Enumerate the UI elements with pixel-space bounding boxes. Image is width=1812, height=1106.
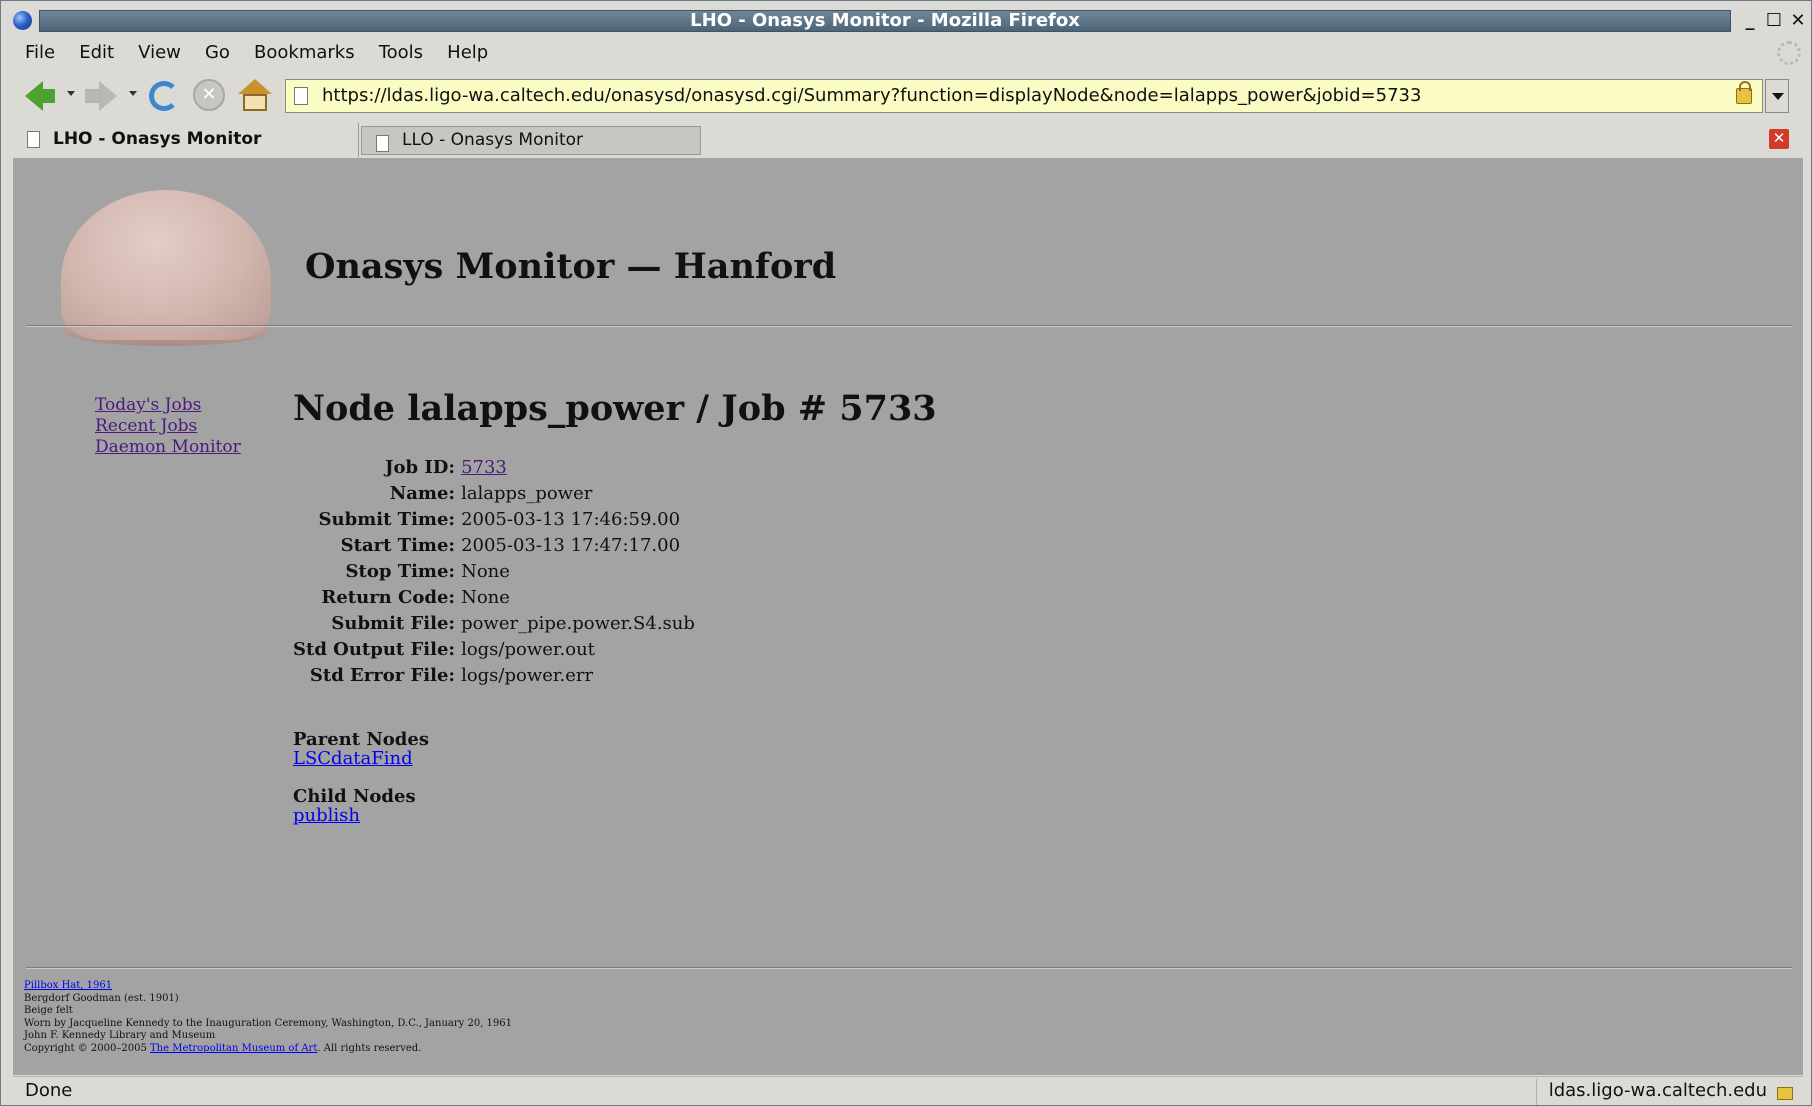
minimize-icon[interactable]: _ — [1739, 10, 1761, 32]
table-row: Start Time: 2005-03-13 17:47:17.00 — [293, 533, 699, 559]
status-bar: Done ldas.ligo-wa.caltech.edu — [13, 1076, 1803, 1105]
header-divider — [26, 325, 1792, 327]
table-row: Submit File: power_pipe.power.S4.sub — [293, 611, 699, 637]
menu-go[interactable]: Go — [205, 39, 230, 67]
menu-view[interactable]: View — [138, 39, 181, 67]
back-history-dropdown-icon[interactable] — [67, 91, 75, 96]
home-button[interactable] — [237, 79, 272, 113]
job-info-table: Job ID: 5733 Name: lalapps_power Submit … — [293, 455, 699, 689]
child-nodes-heading: Child Nodes — [293, 786, 416, 807]
lock-icon[interactable] — [1736, 81, 1752, 104]
table-row: Submit Time: 2005-03-13 17:46:59.00 — [293, 507, 699, 533]
status-host-label: ldas.ligo-wa.caltech.edu — [1548, 1080, 1767, 1101]
table-row: Std Output File: logs/power.out — [293, 637, 699, 663]
title-bar-strip: LHO - Onasys Monitor - Mozilla Firefox — [39, 10, 1731, 32]
credit-line: Worn by Jacqueline Kennedy to the Inaugu… — [24, 1017, 513, 1029]
credit-line: John F. Kennedy Library and Museum — [24, 1030, 216, 1041]
firefox-icon[interactable] — [13, 11, 32, 30]
field-label: Std Error File: — [309, 665, 456, 686]
table-row: Job ID: 5733 — [293, 455, 699, 481]
field-label: Submit File: — [331, 613, 456, 634]
page-content: Onasys Monitor — Hanford Today's Jobs Re… — [13, 158, 1803, 1075]
url-history-dropdown[interactable] — [1765, 79, 1789, 113]
parent-node-link[interactable]: LSCdataFind — [293, 748, 413, 769]
page-icon — [294, 87, 308, 105]
tab-label: LLO - Onasys Monitor — [402, 130, 584, 150]
navigation-toolbar: ✕ https://ldas.ligo-wa.caltech.edu/onasy… — [13, 73, 1803, 119]
field-label: Start Time: — [340, 535, 456, 556]
job-id-link[interactable]: 5733 — [461, 457, 507, 478]
browser-window: LHO - Onasys Monitor - Mozilla Firefox _… — [0, 0, 1812, 1106]
field-label: Submit Time: — [318, 509, 456, 530]
page-icon — [376, 135, 389, 152]
menu-edit[interactable]: Edit — [79, 39, 114, 67]
nav-link-daemon-monitor[interactable]: Daemon Monitor — [95, 437, 241, 458]
field-label: Name: — [389, 483, 456, 504]
status-text: Done — [25, 1080, 73, 1101]
tab-strip: LHO - Onasys Monitor LLO - Onasys Monito… — [13, 123, 1803, 157]
maximize-icon[interactable]: ☐ — [1763, 10, 1785, 32]
field-value: None — [461, 561, 510, 582]
field-value: lalapps_power — [461, 483, 593, 504]
field-value: power_pipe.power.S4.sub — [461, 613, 695, 634]
nav-link-recent-jobs[interactable]: Recent Jobs — [95, 416, 241, 437]
menu-help[interactable]: Help — [447, 39, 488, 67]
copyright-prefix: Copyright © 2000–2005 — [24, 1042, 150, 1054]
back-button[interactable] — [23, 79, 57, 113]
url-input[interactable]: https://ldas.ligo-wa.caltech.edu/onasysd… — [322, 80, 1421, 112]
copyright-line: Copyright © 2000–2005 The Metropolitan M… — [24, 1043, 512, 1056]
tab-llo-onasys-monitor[interactable]: LLO - Onasys Monitor — [361, 126, 701, 155]
menu-tools[interactable]: Tools — [379, 39, 423, 67]
field-value: 2005-03-13 17:47:17.00 — [461, 535, 681, 556]
page-heading: Node lalapps_power / Job # 5733 — [293, 388, 937, 429]
field-value: 2005-03-13 17:46:59.00 — [461, 509, 681, 530]
nav-link-todays-jobs[interactable]: Today's Jobs — [95, 395, 241, 416]
table-row: Std Error File: logs/power.err — [293, 663, 699, 689]
field-value: logs/power.err — [461, 665, 594, 686]
close-icon[interactable]: ✕ — [1787, 10, 1809, 32]
field-label: Std Output File: — [293, 639, 456, 660]
credit-title-link[interactable]: Pillbox Hat, 1961 — [24, 980, 112, 991]
forward-arrow-icon — [99, 81, 117, 111]
site-title: Onasys Monitor — Hanford — [305, 246, 837, 287]
field-value: logs/power.out — [461, 639, 595, 660]
page-icon — [27, 131, 40, 148]
menu-bookmarks[interactable]: Bookmarks — [254, 39, 355, 67]
lock-icon — [1777, 1087, 1793, 1100]
parent-nodes-heading: Parent Nodes — [293, 729, 429, 750]
credit-line: Bergdorf Goodman (est. 1901) — [24, 992, 179, 1004]
forward-history-dropdown-icon[interactable] — [129, 91, 137, 96]
home-icon — [238, 79, 272, 94]
table-row: Return Code: None — [293, 585, 699, 611]
menu-bar: File Edit View Go Bookmarks Tools Help — [13, 39, 1803, 67]
menu-file[interactable]: File — [25, 39, 55, 67]
credit-line: Beige felt — [24, 1005, 73, 1016]
image-credits: Pillbox Hat, 1961 Bergdorf Goodman (est.… — [24, 980, 512, 1055]
table-row: Name: lalapps_power — [293, 481, 699, 507]
window-title: LHO - Onasys Monitor - Mozilla Firefox — [690, 10, 1080, 31]
side-navigation: Today's Jobs Recent Jobs Daemon Monitor — [95, 395, 241, 458]
table-row: Stop Time: None — [293, 559, 699, 585]
close-tab-icon[interactable]: ✕ — [1769, 129, 1789, 149]
child-node-link[interactable]: publish — [293, 805, 360, 826]
museum-link[interactable]: The Metropolitan Museum of Art — [150, 1043, 317, 1054]
tab-label: LHO - Onasys Monitor — [53, 129, 262, 149]
field-label: Stop Time: — [345, 561, 456, 582]
stop-icon[interactable]: ✕ — [193, 79, 225, 111]
status-host[interactable]: ldas.ligo-wa.caltech.edu — [1535, 1079, 1803, 1105]
reload-icon[interactable] — [149, 81, 179, 111]
tab-lho-onasys-monitor[interactable]: LHO - Onasys Monitor — [13, 123, 359, 157]
forward-button[interactable] — [85, 79, 119, 113]
url-bar[interactable]: https://ldas.ligo-wa.caltech.edu/onasysd… — [285, 79, 1763, 113]
copyright-suffix: . All rights reserved. — [317, 1042, 422, 1054]
field-value: None — [461, 587, 510, 608]
field-label: Return Code: — [321, 587, 456, 608]
footer-divider — [26, 967, 1792, 969]
throbber-icon — [1777, 41, 1801, 65]
field-label: Job ID: — [385, 457, 456, 478]
title-bar: LHO - Onasys Monitor - Mozilla Firefox _… — [1, 1, 1811, 39]
